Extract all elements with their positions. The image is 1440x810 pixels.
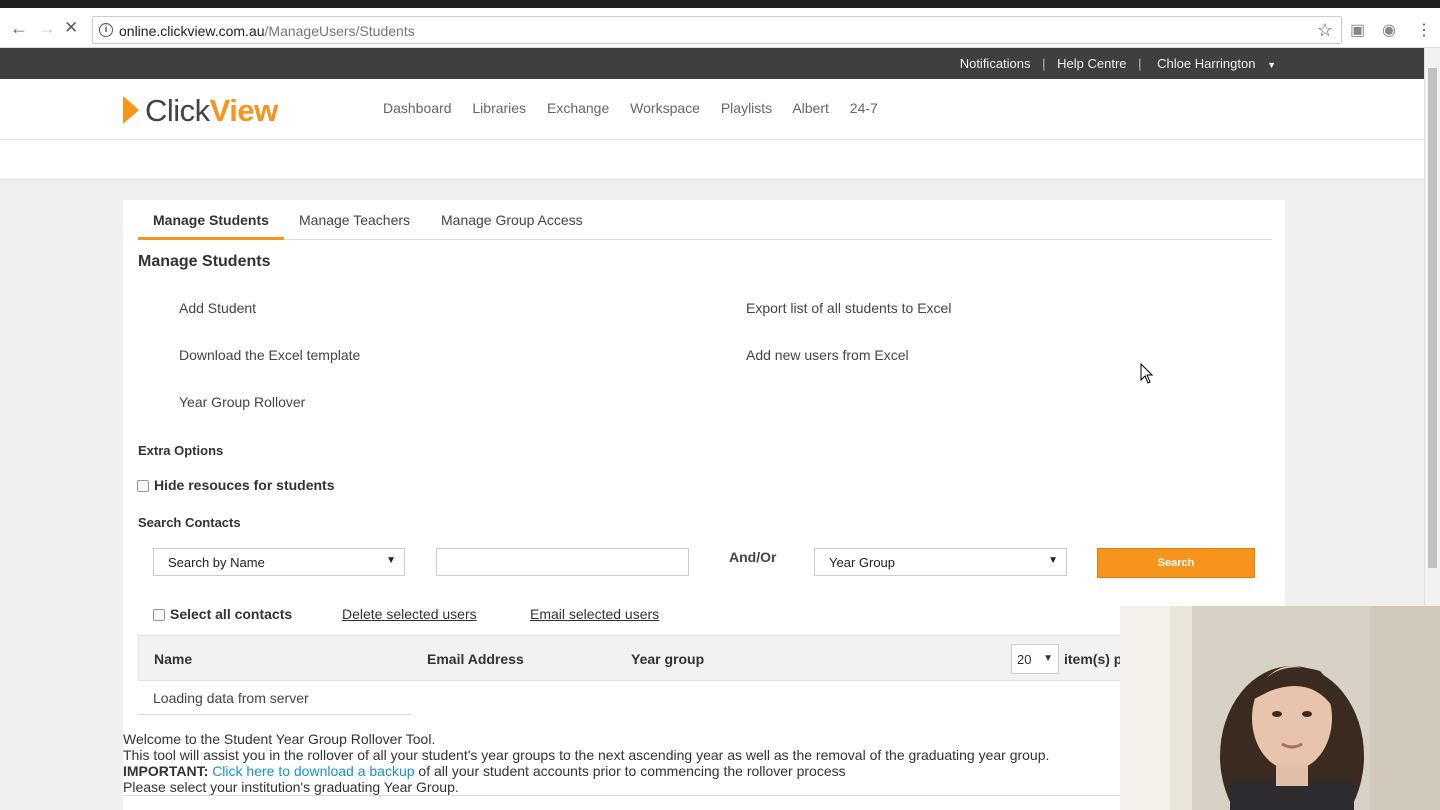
help-centre-link[interactable]: Help Centre [1057, 56, 1126, 71]
url-host: online.clickview.com.au [119, 23, 265, 39]
items-per-page-label: item(s) p [1064, 651, 1123, 667]
forward-icon[interactable]: → [38, 18, 56, 39]
caret-down-icon: ▼ [1267, 60, 1276, 70]
tab-manage-students[interactable]: Manage Students [153, 212, 269, 228]
column-year-group[interactable]: Year group [631, 651, 704, 667]
address-bar[interactable]: i online.clickview.com.au/ManageUsers/St… [92, 16, 1342, 44]
top-user-bar: Notifications | Help Centre | Chloe Harr… [0, 48, 1424, 79]
year-group-value: Year Group [829, 555, 896, 570]
separator: | [1138, 56, 1142, 71]
year-group-rollover-link[interactable]: Year Group Rollover [179, 394, 305, 410]
select-all-row: Select all contacts [153, 606, 292, 622]
nav-dashboard[interactable]: Dashboard [383, 100, 452, 116]
hide-resources-label: Hide resouces for students [154, 477, 335, 493]
tab-strip [0, 0, 1440, 8]
nav-playlists[interactable]: Playlists [721, 100, 772, 116]
dropdown-arrow-icon: ▼ [1048, 555, 1058, 566]
add-from-excel-link[interactable]: Add new users from Excel [746, 347, 909, 363]
user-menu[interactable]: Chloe Harrington ▼ [1153, 56, 1280, 71]
download-backup-link[interactable]: Click here to download a backup [212, 763, 414, 779]
logo-text-click: Click [145, 93, 210, 128]
page-title: Manage Students [138, 253, 271, 270]
rollover-welcome: Welcome to the Student Year Group Rollov… [123, 731, 436, 747]
play-triangle-icon [123, 95, 139, 124]
column-email[interactable]: Email Address [427, 651, 524, 667]
search-by-value: Search by Name [168, 555, 265, 570]
tab-bar: Manage Students Manage Teachers Manage G… [138, 200, 1272, 240]
rollover-select-prompt: Please select your institution's graduat… [123, 779, 459, 795]
nav-workspace[interactable]: Workspace [630, 100, 700, 116]
loading-message: Loading data from server [138, 681, 412, 715]
extension-icon[interactable]: ▣ [1350, 20, 1365, 40]
column-name[interactable]: Name [154, 651, 192, 667]
extra-options-label: Extra Options [138, 443, 224, 458]
table-header: Name Email Address Year group 20 ▼ item(… [138, 635, 1272, 681]
search-input[interactable] [436, 548, 689, 576]
site-header: ClickView Dashboard Libraries Exchange W… [0, 79, 1424, 140]
stop-loading-icon[interactable]: ✕ [64, 18, 78, 38]
main-nav: Dashboard Libraries Exchange Workspace P… [383, 100, 895, 116]
logo-text-view: View [209, 93, 279, 128]
back-icon[interactable]: ← [10, 18, 28, 39]
rollover-description: This tool will assist you in the rollove… [123, 747, 1050, 763]
clickview-logo[interactable]: ClickView [123, 93, 278, 129]
add-student-link[interactable]: Add Student [179, 300, 256, 316]
select-all-label: Select all contacts [170, 606, 293, 622]
active-tab-indicator [138, 237, 284, 240]
browser-toolbar: ← → ✕ i online.clickview.com.au/ManageUs… [0, 0, 1440, 48]
bookmark-star-icon[interactable]: ☆ [1317, 20, 1333, 41]
nav-exchange[interactable]: Exchange [547, 100, 609, 116]
download-template-link[interactable]: Download the Excel template [179, 347, 360, 363]
rollover-intro: Welcome to the Student Year Group Rollov… [123, 731, 1049, 795]
scrollbar-thumb[interactable] [1428, 68, 1437, 568]
manage-users-panel: Manage Students Manage Teachers Manage G… [123, 200, 1285, 810]
rollover-important: IMPORTANT: Click here to download a back… [123, 763, 1049, 779]
items-per-page-select[interactable]: 20 ▼ [1011, 644, 1059, 674]
select-all-checkbox[interactable] [153, 609, 165, 622]
nav-libraries[interactable]: Libraries [472, 100, 526, 116]
url-path: /ManageUsers/Students [264, 23, 415, 39]
and-or-label: And/Or [729, 549, 777, 565]
dropdown-arrow-icon: ▼ [1043, 653, 1053, 664]
webcam-presenter-image [1120, 606, 1440, 810]
export-excel-link[interactable]: Export list of all students to Excel [746, 300, 951, 316]
nav-albert[interactable]: Albert [792, 100, 829, 116]
hide-resources-row: Hide resouces for students [137, 477, 335, 493]
url-text: online.clickview.com.au/ManageUsers/Stud… [119, 23, 415, 39]
camera-icon[interactable]: ◉ [1382, 20, 1396, 40]
delete-selected-link[interactable]: Delete selected users [342, 606, 477, 622]
separator: | [1042, 56, 1046, 71]
search-by-select[interactable]: Search by Name ▼ [153, 548, 405, 576]
tab-manage-group-access[interactable]: Manage Group Access [441, 212, 583, 228]
info-icon[interactable]: i [99, 23, 113, 37]
webcam-overlay [1120, 606, 1440, 810]
tab-manage-teachers[interactable]: Manage Teachers [299, 212, 410, 228]
search-button[interactable]: Search [1097, 548, 1255, 578]
menu-kebab-icon[interactable]: ⋮ [1416, 20, 1432, 40]
dropdown-arrow-icon: ▼ [386, 555, 396, 566]
search-contacts-label: Search Contacts [138, 515, 241, 530]
important-label: IMPORTANT: [123, 763, 209, 779]
email-selected-link[interactable]: Email selected users [530, 606, 659, 622]
user-name: Chloe Harrington [1157, 56, 1256, 71]
notifications-link[interactable]: Notifications [960, 56, 1031, 71]
mouse-cursor-icon [1140, 363, 1154, 384]
nav-24-7[interactable]: 24-7 [850, 100, 878, 116]
divider [123, 795, 1123, 796]
items-per-page-value: 20 [1017, 652, 1032, 667]
top-user-links: Notifications | Help Centre | Chloe Harr… [956, 56, 1284, 71]
hide-resources-checkbox[interactable] [137, 480, 149, 493]
rollover-important-rest: of all your student accounts prior to co… [414, 763, 846, 779]
year-group-select[interactable]: Year Group ▼ [814, 548, 1067, 576]
sub-header-bar [0, 140, 1424, 180]
